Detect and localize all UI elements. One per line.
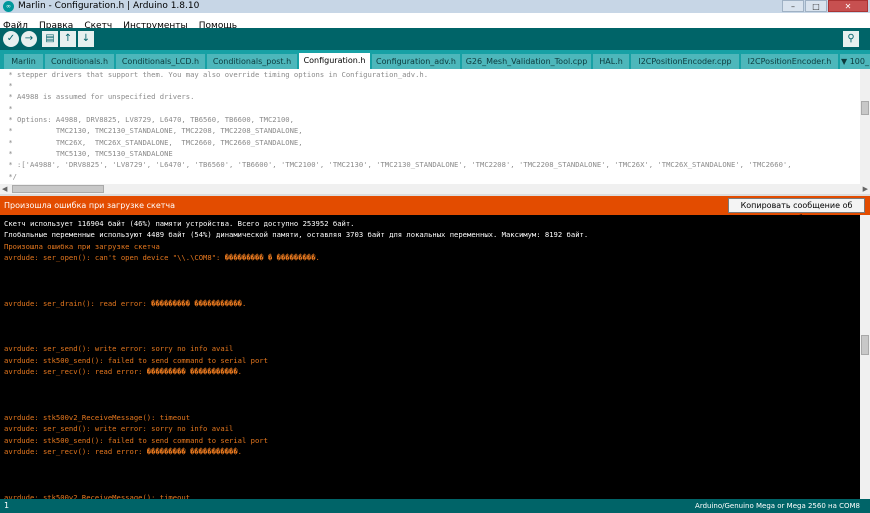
open-sketch-icon[interactable]: ↑ [60, 31, 76, 47]
toolbar: ✓ → ▤ ↑ ↓ ⚲ [0, 28, 870, 50]
console-scrollbar[interactable] [860, 215, 870, 499]
error-bar: Произошла ошибка при загрузке скетча Коп… [0, 196, 870, 223]
error-message: Произошла ошибка при загрузке скетча [4, 201, 176, 210]
close-button[interactable]: ✕ [828, 0, 868, 12]
console-line: avrdude: stk500_send(): failed to send c… [4, 435, 268, 445]
tab-conditionals-lcd-h[interactable]: Conditionals_LCD.h [116, 54, 205, 69]
scroll-right-arrow-icon[interactable]: ▶ [863, 184, 868, 194]
console-line: avrdude: ser_drain(): read error: ������… [4, 298, 247, 308]
console-line: avrdude: stk500v2_ReceiveMessage(): time… [4, 492, 191, 499]
code-line: * A4988 is assumed for unspecified drive… [4, 92, 195, 101]
save-sketch-icon[interactable]: ↓ [78, 31, 94, 47]
line-number: 1 [4, 501, 10, 510]
editor-horizontal-scrollbar[interactable]: ◀ ▶ [0, 184, 870, 194]
code-line: * TMC2130, TMC2130_STANDALONE, TMC2208, … [4, 126, 303, 135]
console-line: avrdude: ser_send(): write error: sorry … [4, 424, 234, 434]
code-line: * stepper drivers that support them. You… [4, 70, 429, 79]
tab-i2cpositionencoder-cpp[interactable]: I2CPositionEncoder.cpp [631, 54, 739, 69]
console-line: avrdude: ser_recv(): read error: �������… [4, 447, 242, 456]
scrollbar-thumb[interactable] [12, 185, 104, 193]
tab-marlin[interactable]: Marlin [4, 54, 43, 69]
status-bar: 1 Arduino/Genuino Mega or Mega 2560 на C… [0, 499, 870, 513]
console-line: Глобальные переменные используют 4489 ба… [4, 230, 589, 240]
console-line: Скетч использует 116904 байт (46%) памят… [4, 219, 355, 228]
scrollbar-thumb[interactable] [861, 335, 869, 355]
code-line: * Options: A4988, DRV8825, LV8729, L6470… [4, 115, 294, 124]
code-line: * [4, 104, 13, 113]
board-port-info: Arduino/Genuino Mega or Mega 2560 на COM… [695, 502, 860, 510]
tab-hal-h[interactable]: HAL.h [593, 54, 629, 69]
new-sketch-icon[interactable]: ▤ [42, 31, 58, 47]
arduino-logo-icon: ∞ [3, 1, 14, 12]
tab-configuration-adv-h[interactable]: Configuration_adv.h [372, 54, 460, 69]
console-line: avrdude: stk500_send(): failed to send c… [4, 355, 268, 365]
maximize-button[interactable]: □ [805, 0, 827, 12]
console-line: avrdude: ser_recv(): read error: �������… [4, 367, 242, 377]
tab-i2cpositionencoder-h[interactable]: I2CPositionEncoder.h [741, 54, 838, 69]
serial-monitor-icon[interactable]: ⚲ [843, 31, 859, 47]
verify-icon[interactable]: ✓ [3, 31, 19, 47]
code-editor[interactable]: * stepper drivers that support them. You… [0, 69, 870, 184]
console-line: avrdude: stk500v2_ReceiveMessage(): time… [4, 412, 191, 422]
console-line: avrdude: ser_open(): can't open device "… [4, 253, 320, 263]
code-line: * TMC26X, TMC26X_STANDALONE, TMC2660, TM… [4, 138, 303, 147]
editor-vertical-scrollbar[interactable] [860, 69, 870, 184]
scroll-left-arrow-icon[interactable]: ◀ [2, 184, 7, 194]
tab-configuration-h[interactable]: Configuration.h [299, 53, 370, 69]
console-output[interactable]: Скетч использует 116904 байт (46%) памят… [0, 215, 860, 499]
tab-conditionals-h[interactable]: Conditionals.h [45, 54, 114, 69]
window-titlebar: ∞ Marlin - Configuration.h | Arduino 1.8… [0, 0, 870, 13]
code-line: */ [4, 172, 17, 181]
tab-g26-mesh-validation-tool-cpp[interactable]: G26_Mesh_Validation_Tool.cpp [462, 54, 591, 69]
window-controls: – □ ✕ [781, 0, 868, 13]
upload-icon[interactable]: → [21, 31, 37, 47]
code-line: * [4, 81, 13, 90]
copy-error-button[interactable]: Копировать сообщение об ошибке [728, 198, 865, 223]
console-line: Произошла ошибка при загрузке скетча [4, 241, 160, 251]
tab-conditionals-post-h[interactable]: Conditionals_post.h [207, 54, 297, 69]
menu-bar: Файл Правка Скетч Инструменты Помощь [0, 13, 870, 31]
console-line: avrdude: ser_send(): write error: sorry … [4, 344, 234, 354]
scrollbar-thumb[interactable] [861, 101, 869, 115]
code-line: * TMC5130, TMC5130_STANDALONE [4, 149, 173, 158]
window-title: Marlin - Configuration.h | Arduino 1.8.1… [18, 1, 200, 11]
file-tabs: Marlin Conditionals.h Conditionals_LCD.h… [0, 50, 870, 69]
code-line: * :['A4988', 'DRV8825', 'LV8729', 'L6470… [4, 160, 792, 169]
tab-more-dropdown[interactable]: ▼ 100_ [840, 54, 870, 69]
minimize-button[interactable]: – [782, 0, 804, 12]
